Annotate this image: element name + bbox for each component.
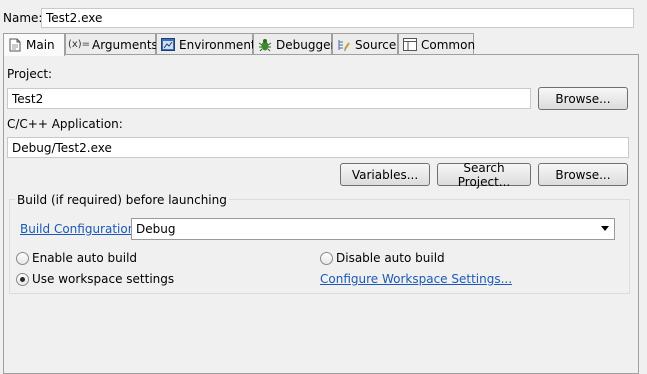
bug-icon <box>258 38 272 52</box>
enable-auto-build-radio[interactable] <box>16 252 29 265</box>
environment-icon <box>161 38 175 52</box>
tab-common[interactable]: Common <box>398 33 476 55</box>
application-input[interactable]: Debug/Test2.exe <box>7 137 629 158</box>
tab-label: Source <box>355 37 397 52</box>
chevron-down-icon <box>601 226 609 231</box>
tab-arguments[interactable]: (x)= Arguments <box>65 33 158 55</box>
tab-debugger[interactable]: Debugger <box>253 33 336 55</box>
use-workspace-settings-radio[interactable] <box>16 273 29 286</box>
name-label: Name: <box>3 11 43 25</box>
tab-label: Arguments <box>92 37 158 52</box>
tab-label: Debugger <box>276 37 336 52</box>
name-input[interactable]: Test2.exe <box>41 8 634 28</box>
application-label: C/C++ Application: <box>7 117 123 131</box>
configure-workspace-settings-link[interactable]: Configure Workspace Settings... <box>320 272 512 286</box>
disable-auto-build-radio[interactable] <box>320 252 333 265</box>
project-label: Project: <box>7 67 53 81</box>
tab-main[interactable]: Main <box>3 33 65 56</box>
application-browse-button[interactable]: Browse... <box>538 163 628 186</box>
document-icon <box>8 38 22 52</box>
variables-button[interactable]: Variables... <box>340 163 430 186</box>
use-workspace-settings-label: Use workspace settings <box>32 272 175 286</box>
tab-source[interactable]: Source <box>332 33 398 55</box>
common-icon <box>403 38 417 52</box>
tab-label: Common <box>421 37 476 52</box>
variable-icon: (x)= <box>67 39 91 50</box>
source-icon <box>337 38 351 52</box>
disable-auto-build-label: Disable auto build <box>336 251 445 265</box>
tab-label: Main <box>26 38 55 52</box>
project-browse-button[interactable]: Browse... <box>538 87 628 110</box>
enable-auto-build-label: Enable auto build <box>32 251 138 265</box>
build-configuration-select[interactable]: Debug <box>131 218 615 240</box>
project-input[interactable]: Test2 <box>7 88 531 109</box>
build-configuration-value: Debug <box>136 222 176 236</box>
tab-label: Environment <box>179 37 256 52</box>
build-configuration-link[interactable]: Build Configuration: <box>20 222 139 236</box>
tab-environment[interactable]: Environment <box>156 33 256 55</box>
search-project-button[interactable]: Search Project... <box>437 161 531 189</box>
build-group-title: Build (if required) before launching <box>15 193 229 207</box>
